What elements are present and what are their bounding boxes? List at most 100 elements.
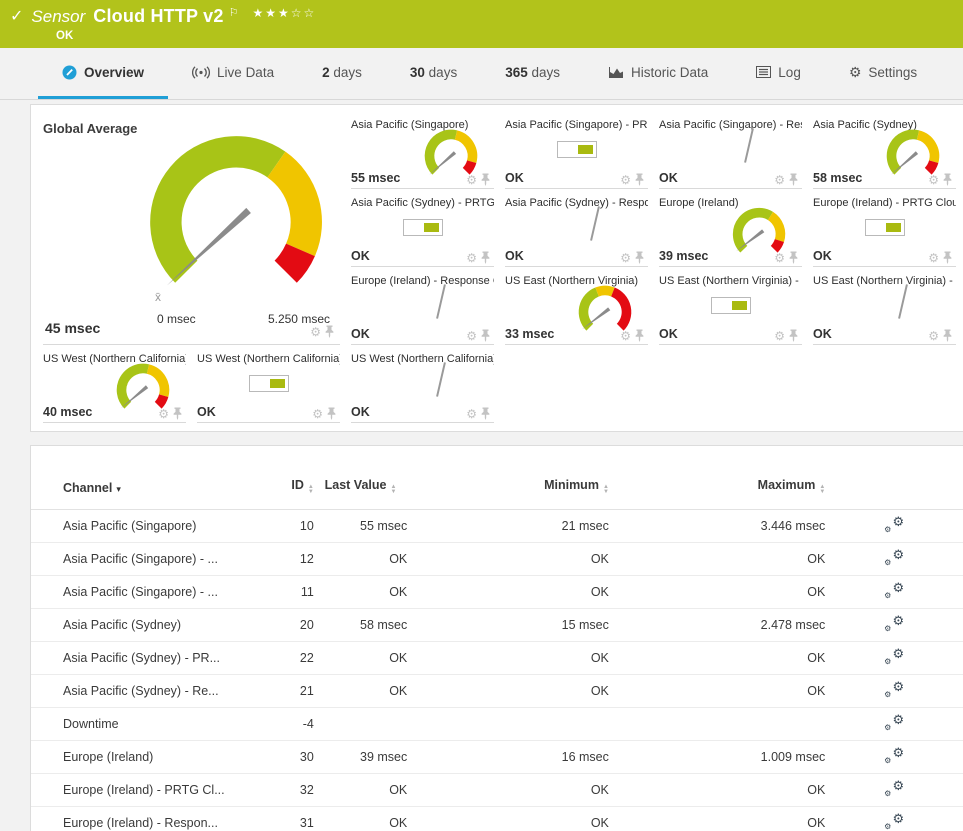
edit-channel-settings-icon[interactable]: ⚙ ⚙ — [884, 746, 904, 765]
gear-icon[interactable]: ⚙ — [310, 326, 321, 338]
table-row[interactable]: Asia Pacific (Sydney) 20 58 msec 15 msec 2.4… — [31, 609, 963, 642]
cell-id: 30 — [299, 750, 314, 764]
ok-switch-indicator — [556, 141, 597, 158]
pin-icon[interactable] — [481, 407, 490, 420]
edit-channel-settings-icon[interactable]: ⚙ ⚙ — [884, 713, 904, 732]
pin-icon[interactable] — [481, 173, 490, 186]
panel-actions: ⚙ — [928, 173, 952, 186]
gauge-icon — [62, 65, 77, 79]
table-row[interactable]: Europe (Ireland) 30 39 msec 16 msec 1.009 ms… — [31, 741, 963, 774]
table-row[interactable]: Asia Pacific (Singapore) - ... 12 OK OK OK ⚙ ⚙ — [31, 543, 963, 576]
tab-log[interactable]: Log — [732, 48, 825, 99]
pin-icon[interactable] — [635, 329, 644, 342]
column-label: Channel — [63, 481, 113, 495]
table-row[interactable]: Europe (Ireland) - PRTG Cl... 32 OK OK OK ⚙ ⚙ — [31, 774, 963, 807]
panel-actions: ⚙ — [466, 329, 490, 342]
edit-channel-settings-icon[interactable]: ⚙ ⚙ — [884, 515, 904, 534]
table-row[interactable]: Asia Pacific (Singapore) 10 55 msec 21 msec… — [31, 510, 963, 543]
column-header-maximum[interactable]: Maximum ▲ ▼ — [609, 478, 826, 495]
column-header-channel[interactable]: Channel ▾ — [63, 481, 260, 495]
flag-icon[interactable]: ⚐ — [229, 6, 239, 19]
gear-icon[interactable]: ⚙ — [928, 330, 939, 342]
cell-channel: Downtime — [63, 717, 119, 731]
needle-indicator — [897, 284, 908, 319]
tab-30-days[interactable]: 30 days — [386, 48, 481, 99]
pin-icon[interactable] — [325, 325, 334, 338]
column-header-minimum[interactable]: Minimum ▲ ▼ — [407, 478, 609, 495]
pin-icon[interactable] — [943, 251, 952, 264]
channel-panel: Europe (Ireland) - PRTG Cloud... OK ⚙ — [813, 193, 956, 267]
global-average-value: 45 msec — [45, 320, 101, 336]
channel-panel: US West (Northern California)... OK ⚙ — [351, 349, 494, 423]
cell-max: 1.009 msec — [760, 750, 826, 764]
tab-historic-data[interactable]: Historic Data — [584, 48, 732, 99]
gear-icon[interactable]: ⚙ — [620, 174, 631, 186]
pin-icon[interactable] — [173, 407, 182, 420]
channel-panel: Asia Pacific (Sydney) - Respo... OK ⚙ — [505, 193, 648, 267]
cell-max: OK — [807, 585, 826, 599]
cell-max: 2.478 msec — [760, 618, 826, 632]
panel-actions: ⚙ — [466, 407, 490, 420]
table-row[interactable]: Europe (Ireland) - Respon... 31 OK OK OK ⚙ ⚙ — [31, 807, 963, 831]
gear-icon[interactable]: ⚙ — [158, 408, 169, 420]
gear-icon[interactable]: ⚙ — [466, 252, 477, 264]
gear-icon[interactable]: ⚙ — [312, 408, 323, 420]
pin-icon[interactable] — [635, 251, 644, 264]
edit-channel-settings-icon[interactable]: ⚙ ⚙ — [884, 647, 904, 666]
mean-symbol: x̄ — [155, 290, 161, 304]
table-row[interactable]: Asia Pacific (Singapore) - ... 11 OK OK OK ⚙ ⚙ — [31, 576, 963, 609]
cell-id: 11 — [300, 585, 314, 599]
edit-channel-settings-icon[interactable]: ⚙ ⚙ — [884, 779, 904, 798]
tab-live-data[interactable]: Live Data — [168, 48, 298, 99]
gear-icon[interactable]: ⚙ — [466, 408, 477, 420]
column-header-id[interactable]: ID ▲ ▼ — [260, 478, 313, 495]
edit-channel-settings-icon[interactable]: ⚙ ⚙ — [884, 581, 904, 600]
pin-icon[interactable] — [943, 173, 952, 186]
pin-icon[interactable] — [789, 251, 798, 264]
cell-actions: ⚙ ⚙ — [825, 680, 963, 701]
table-row[interactable]: Asia Pacific (Sydney) - PR... 22 OK OK OK ⚙ ⚙ — [31, 642, 963, 675]
cell-min: OK — [590, 816, 609, 830]
gear-icon[interactable]: ⚙ — [774, 330, 785, 342]
gear-icon[interactable]: ⚙ — [466, 330, 477, 342]
gear-icon[interactable]: ⚙ — [466, 174, 477, 186]
tab-bar: Overview Live Data 2 days 30 days 365 days Hi… — [0, 48, 963, 100]
pin-icon[interactable] — [635, 173, 644, 186]
pin-icon[interactable] — [789, 173, 798, 186]
cell-channel: Europe (Ireland) — [63, 750, 154, 764]
edit-channel-settings-icon[interactable]: ⚙ ⚙ — [884, 614, 904, 633]
table-row[interactable]: Downtime -4 ⚙ ⚙ — [31, 708, 963, 741]
cell-channel: Asia Pacific (Singapore) - ... — [63, 585, 218, 599]
cell-last: OK — [389, 816, 408, 830]
gear-icon[interactable]: ⚙ — [774, 174, 785, 186]
cell-last: OK — [389, 585, 408, 599]
edit-channel-settings-icon[interactable]: ⚙ ⚙ — [884, 812, 904, 831]
gear-icon[interactable]: ⚙ — [774, 252, 785, 264]
column-header-last-value[interactable]: Last Value ▲ ▼ — [314, 476, 407, 495]
pin-icon[interactable] — [943, 329, 952, 342]
channel-panel: Asia Pacific (Sydney) - PRTG ... OK ⚙ — [351, 193, 494, 267]
channel-title: Asia Pacific (Sydney) - PRTG ... — [351, 197, 494, 209]
pin-icon[interactable] — [789, 329, 798, 342]
pin-icon[interactable] — [327, 407, 336, 420]
prtg-sensor-page: ✓ Sensor Cloud HTTP v2 ⚐ ★★★☆☆ OK Overvi… — [0, 0, 963, 831]
gear-icon[interactable]: ⚙ — [928, 252, 939, 264]
priority-stars[interactable]: ★★★☆☆ — [252, 6, 316, 20]
overview-content: Global Average x̄ 0 msec 5.250 msec 45 m… — [0, 100, 963, 831]
cell-min: OK — [590, 552, 609, 566]
table-row[interactable]: Asia Pacific (Sydney) - Re... 21 OK OK OK ⚙ ⚙ — [31, 675, 963, 708]
pin-icon[interactable] — [481, 329, 490, 342]
tab-2-days[interactable]: 2 days — [298, 48, 386, 99]
gear-icon[interactable]: ⚙ — [620, 330, 631, 342]
edit-channel-settings-icon[interactable]: ⚙ ⚙ — [884, 548, 904, 567]
tab-365-days[interactable]: 365 days — [481, 48, 584, 99]
tab-overview[interactable]: Overview — [38, 48, 169, 99]
gear-icon[interactable]: ⚙ — [620, 252, 631, 264]
gear-icon[interactable]: ⚙ — [928, 174, 939, 186]
status-check-icon: ✓ — [10, 7, 24, 25]
channel-title: Europe (Ireland) - PRTG Cloud... — [813, 197, 956, 209]
edit-channel-settings-icon[interactable]: ⚙ ⚙ — [884, 680, 904, 699]
column-label: ID — [291, 478, 304, 492]
pin-icon[interactable] — [481, 251, 490, 264]
tab-settings[interactable]: ⚙ Settings — [825, 48, 941, 99]
